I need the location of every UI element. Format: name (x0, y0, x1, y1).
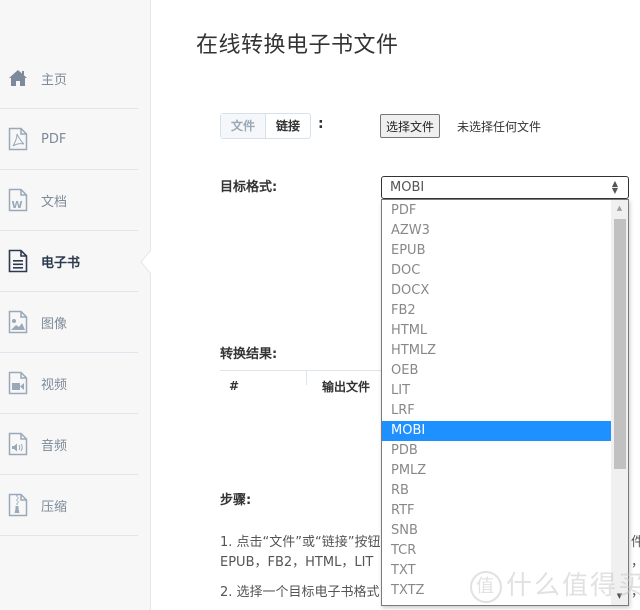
sidebar-item-label: 音频 (41, 438, 68, 454)
sidebar-item-label: 视频 (41, 377, 68, 393)
ebook-file-icon (8, 249, 28, 273)
sidebar-item-pdf[interactable]: PDF (0, 109, 138, 170)
format-option[interactable]: RB (382, 481, 611, 501)
format-option[interactable]: TCR (382, 541, 611, 561)
sidebar-item-label: 主页 (41, 72, 68, 88)
audio-file-icon (8, 432, 28, 456)
step-1-line-2: EPUB，FB2，HTML，LIT (220, 555, 374, 570)
sidebar-item-ebook[interactable]: 电子书 (0, 231, 138, 292)
tab-link[interactable]: 链接 (266, 114, 310, 138)
format-option[interactable]: LRF (382, 401, 611, 421)
column-header-index: # (229, 379, 240, 393)
format-option[interactable]: LIT (382, 381, 611, 401)
sidebar-item-label: PDF (41, 131, 67, 147)
select-arrows-icon: ▲ ▼ (611, 179, 618, 195)
svg-text:W: W (12, 200, 23, 211)
target-format-select[interactable]: MOBI ▲ ▼ (381, 176, 629, 199)
result-table-header: # 输出文件 (220, 370, 382, 400)
selected-format-value: MOBI (390, 180, 425, 195)
source-tab-group: 文件 链接 (220, 113, 312, 139)
column-divider (306, 371, 307, 385)
sidebar: 主页 PDF W 文档 电子书 图像 视频 音频 压缩 (0, 0, 151, 610)
format-dropdown-list[interactable]: TXTZ TXT TCR SNB RTF RB PMLZ PDB MOBI LRF LIT OEB HT… (381, 199, 629, 606)
column-header-output-file: 输出文件 (322, 380, 371, 394)
image-file-icon (8, 310, 28, 334)
format-option[interactable]: PMLZ (382, 461, 611, 481)
sidebar-item-label: 图像 (41, 316, 68, 332)
target-format-label: 目标格式: (220, 180, 278, 195)
sidebar-item-compress[interactable]: 压缩 (0, 475, 138, 536)
scrollbar-thumb[interactable] (614, 219, 626, 469)
video-file-icon (8, 371, 28, 395)
format-option[interactable]: RTF (382, 501, 611, 521)
sidebar-item-document[interactable]: W 文档 (0, 170, 138, 231)
file-status-text: 未选择任何文件 (457, 120, 542, 134)
format-option[interactable]: AZW3 (382, 221, 611, 241)
word-file-icon: W (8, 188, 28, 212)
page-title: 在线转换电子书文件 (196, 33, 399, 58)
format-option[interactable]: MOBI (382, 421, 611, 441)
format-option[interactable]: DOCX (382, 281, 611, 301)
dropdown-scrollbar[interactable]: ▲ ▼ (611, 200, 628, 605)
sidebar-item-image[interactable]: 图像 (0, 292, 138, 353)
source-colon: : (318, 116, 324, 132)
watermark: 值什么值得买 (470, 565, 640, 603)
watermark-logo-icon: 值 (470, 570, 502, 603)
home-icon (8, 66, 28, 90)
scroll-up-arrow-icon[interactable]: ▲ (611, 200, 628, 217)
result-label: 转换结果: (220, 347, 278, 362)
format-option[interactable]: PDB (382, 441, 611, 461)
format-option[interactable]: DOC (382, 261, 611, 281)
format-option[interactable]: FB2 (382, 301, 611, 321)
pdf-file-icon (8, 127, 28, 151)
sidebar-item-home[interactable]: 主页 (0, 48, 138, 109)
format-option[interactable]: SNB (382, 521, 611, 541)
step-1-line-1: 1. 点击“文件”或“链接”按钮 (220, 535, 380, 550)
format-option[interactable]: HTML (382, 321, 611, 341)
watermark-text: 什么值得买 (506, 571, 640, 601)
zip-file-icon (8, 493, 28, 517)
format-option[interactable]: HTMLZ (382, 341, 611, 361)
format-option[interactable]: OEB (382, 361, 611, 381)
step-2: 2. 选择一个目标电子书格式 (220, 585, 380, 600)
sidebar-item-label: 文档 (41, 194, 68, 210)
choose-file-button[interactable]: 选择文件 (380, 114, 441, 138)
sidebar-item-label: 压缩 (41, 499, 68, 515)
tab-file[interactable]: 文件 (221, 114, 267, 138)
steps-label: 步骤: (220, 493, 252, 508)
sidebar-item-audio[interactable]: 音频 (0, 414, 138, 475)
format-option[interactable]: EPUB (382, 241, 611, 261)
sidebar-item-video[interactable]: 视频 (0, 353, 138, 414)
sidebar-item-label: 电子书 (41, 255, 81, 271)
format-option[interactable]: PDF (382, 201, 611, 221)
step-1-line-1-tail: 件 (631, 535, 640, 550)
